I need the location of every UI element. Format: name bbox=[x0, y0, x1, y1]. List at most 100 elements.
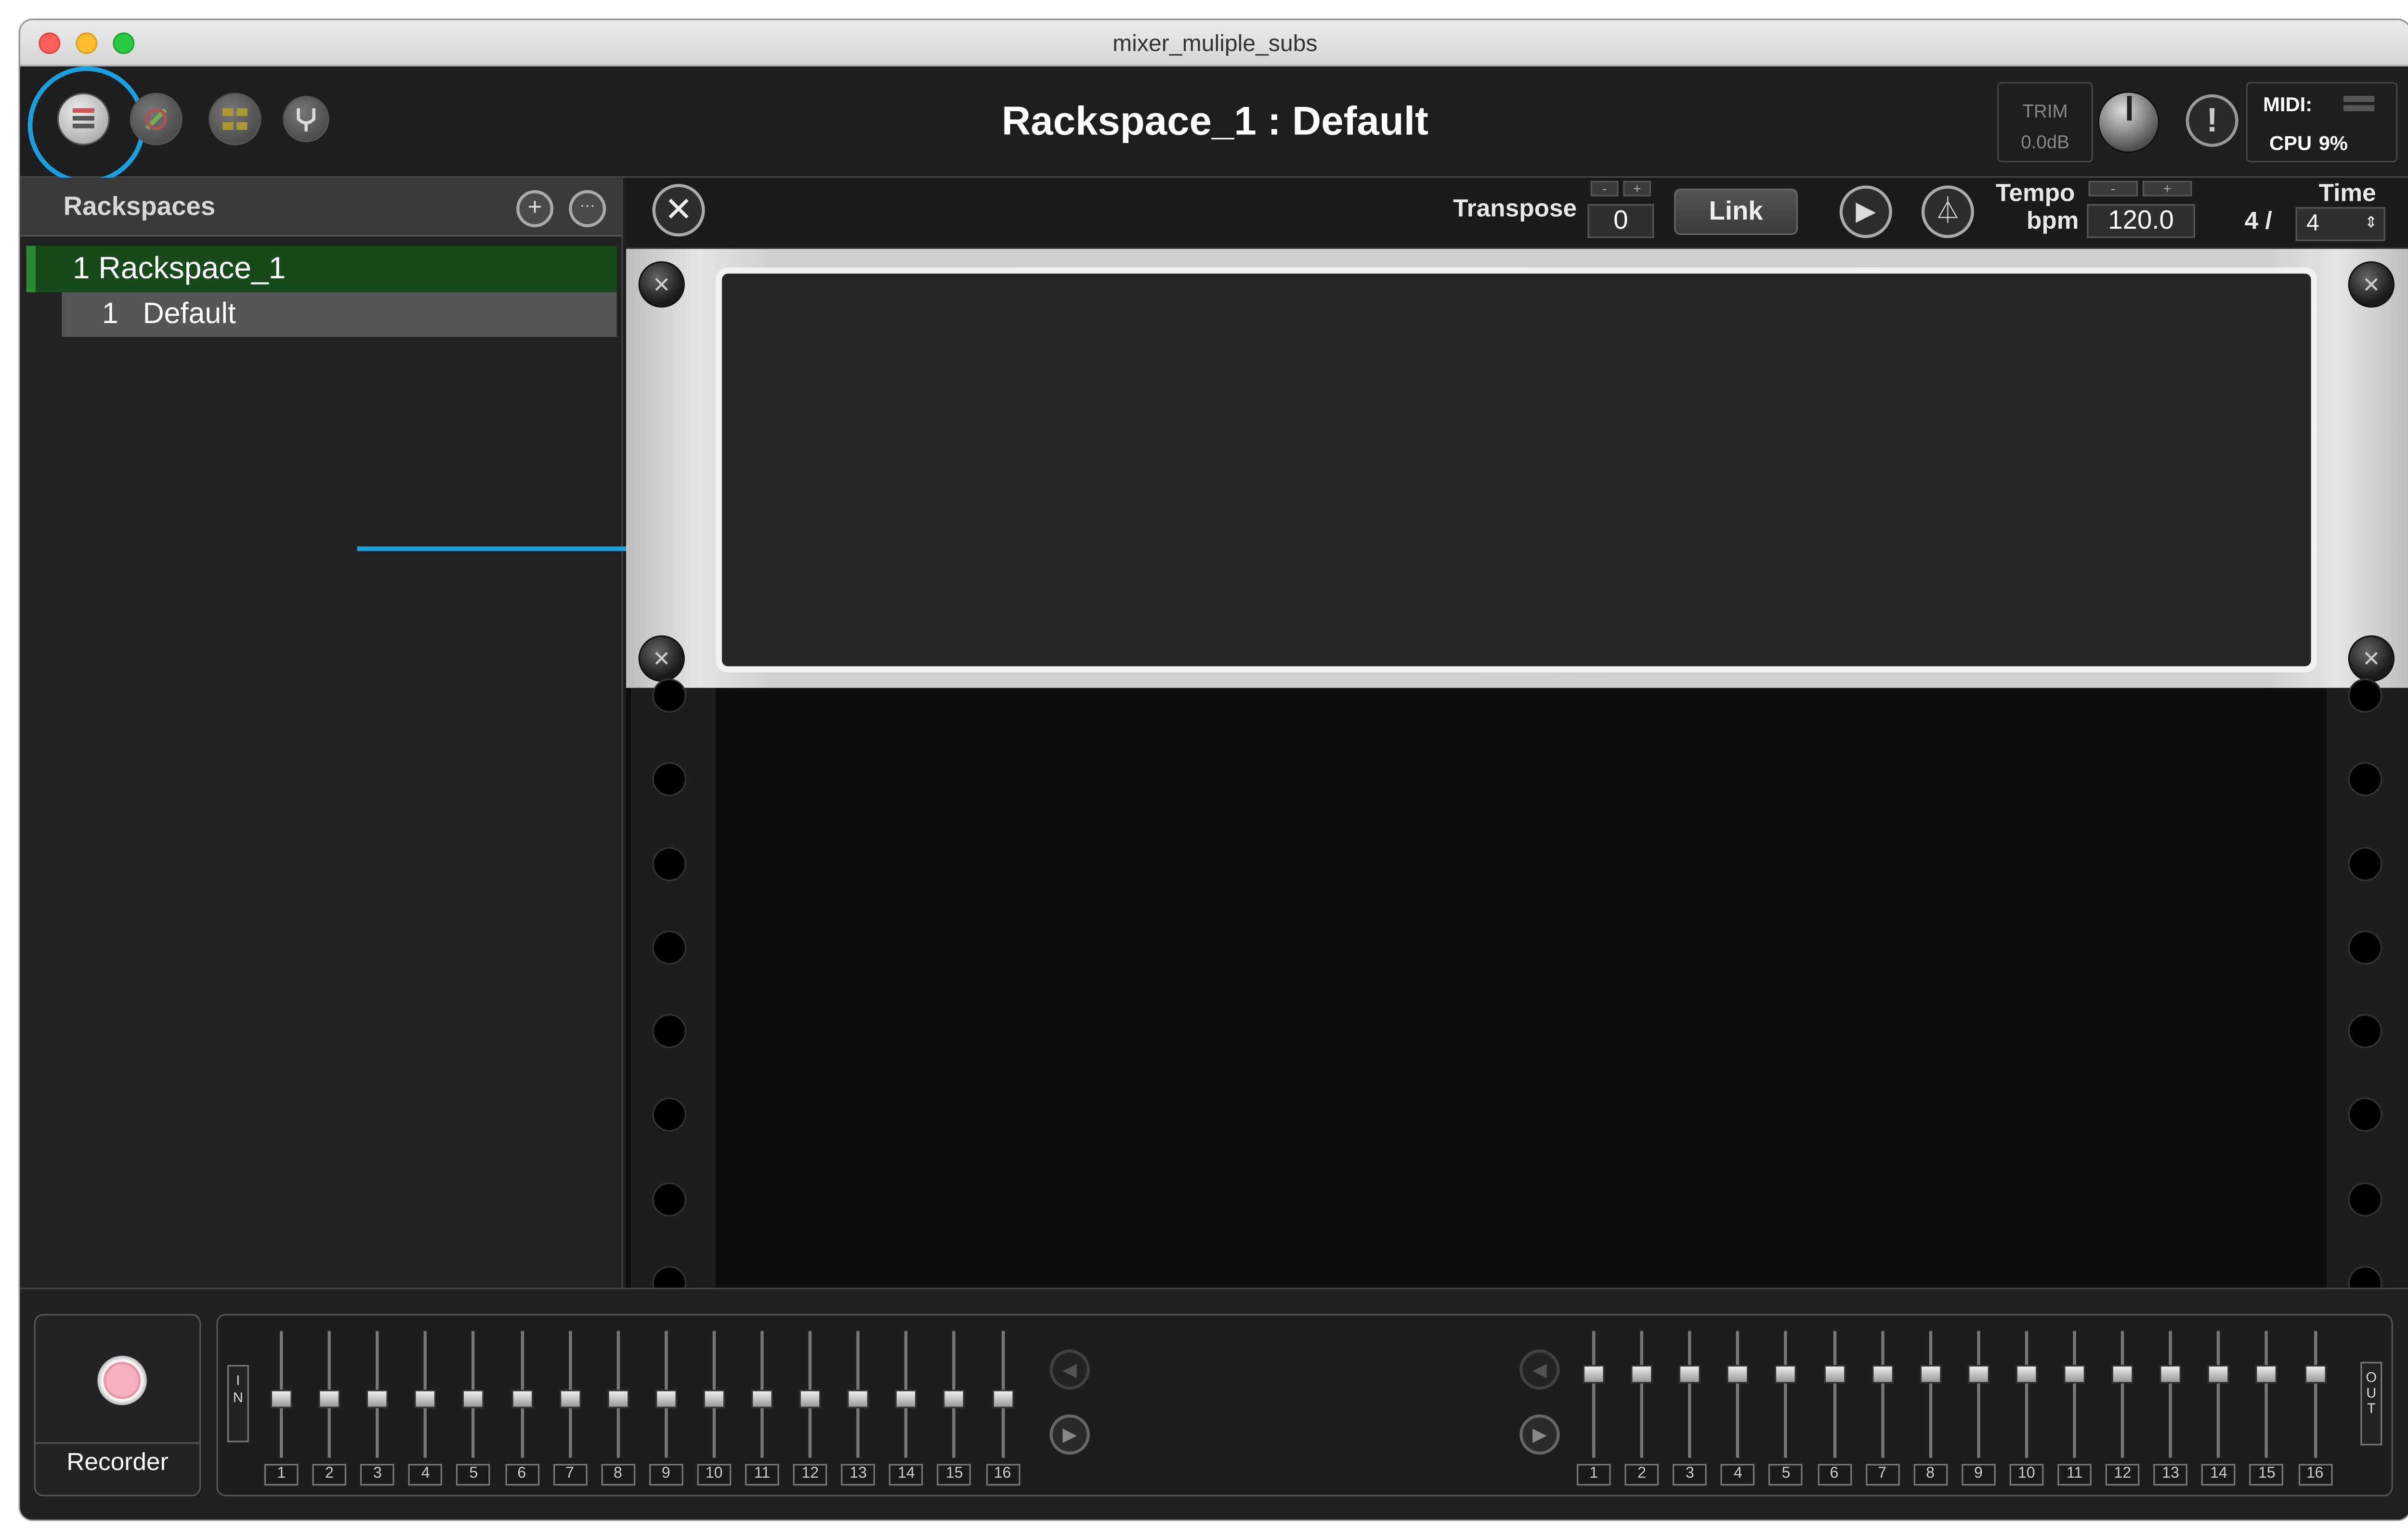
fader-handle[interactable] bbox=[1871, 1365, 1893, 1384]
channel-fader[interactable] bbox=[1915, 1331, 1946, 1458]
fader-handle[interactable] bbox=[415, 1390, 437, 1408]
channel-fader[interactable] bbox=[891, 1331, 922, 1458]
tempo-value[interactable]: 120.0 bbox=[2087, 204, 2195, 238]
metronome-icon[interactable]: ⏃ bbox=[1921, 185, 1974, 238]
more-options-button[interactable]: ··· bbox=[569, 190, 606, 227]
channel-fader[interactable] bbox=[1675, 1331, 1705, 1458]
channel-fader[interactable] bbox=[506, 1331, 537, 1458]
channel-fader[interactable] bbox=[362, 1331, 393, 1458]
channel-number: 11 bbox=[745, 1464, 779, 1486]
channel-fader[interactable] bbox=[1867, 1331, 1898, 1458]
fader-handle[interactable] bbox=[1919, 1365, 1941, 1384]
fader-handle[interactable] bbox=[2159, 1365, 2182, 1384]
transpose-plus[interactable]: + bbox=[1623, 181, 1651, 196]
variation-item[interactable]: 1 Default bbox=[62, 292, 617, 337]
fader-handle[interactable] bbox=[510, 1390, 533, 1408]
fader-track bbox=[2073, 1331, 2076, 1458]
fader-handle[interactable] bbox=[366, 1390, 389, 1408]
rack-panel-empty[interactable] bbox=[716, 267, 2317, 673]
fader-handle[interactable] bbox=[992, 1390, 1014, 1408]
channel-fader[interactable] bbox=[1578, 1331, 1609, 1458]
channel-fader[interactable] bbox=[2155, 1331, 2186, 1458]
fader-handle[interactable] bbox=[2208, 1365, 2230, 1384]
channel-fader[interactable] bbox=[2059, 1331, 2090, 1458]
fader-handle[interactable] bbox=[2015, 1365, 2038, 1384]
master-volume-knob[interactable] bbox=[2097, 91, 2160, 153]
input-mute-icon[interactable]: ◀ bbox=[1049, 1349, 1090, 1390]
fader-handle[interactable] bbox=[1727, 1365, 1749, 1384]
tempo-minus[interactable]: - bbox=[2088, 181, 2138, 196]
channel-fader[interactable] bbox=[843, 1331, 874, 1458]
fader-handle[interactable] bbox=[655, 1390, 677, 1408]
fader-handle[interactable] bbox=[751, 1390, 773, 1408]
fader-handle[interactable] bbox=[462, 1390, 484, 1408]
channel-number: 4 bbox=[408, 1464, 443, 1486]
fader-handle[interactable] bbox=[270, 1390, 292, 1408]
tempo-plus[interactable]: + bbox=[2142, 181, 2192, 196]
channel-fader[interactable] bbox=[1963, 1331, 1994, 1458]
channel-fader[interactable] bbox=[746, 1331, 777, 1458]
fader-handle[interactable] bbox=[2111, 1365, 2133, 1384]
channel-fader[interactable] bbox=[2251, 1331, 2282, 1458]
tempo-label: Tempo bbox=[1995, 181, 2075, 208]
channel-fader[interactable] bbox=[939, 1331, 970, 1458]
channel-fader[interactable] bbox=[458, 1331, 489, 1458]
fader-handle[interactable] bbox=[607, 1390, 629, 1408]
channel-fader[interactable] bbox=[554, 1331, 585, 1458]
channel-fader[interactable] bbox=[314, 1331, 345, 1458]
rack-rail-right bbox=[2326, 678, 2408, 1301]
channel-number: 3 bbox=[360, 1464, 395, 1486]
time-denominator-select[interactable]: 4 ⇕ bbox=[2295, 207, 2385, 241]
fader-handle[interactable] bbox=[2256, 1365, 2278, 1384]
transpose-minus[interactable]: - bbox=[1590, 181, 1619, 196]
tools-icon[interactable]: ✕ bbox=[652, 184, 705, 237]
channel-fader[interactable] bbox=[2300, 1331, 2330, 1458]
channel-fader[interactable] bbox=[1819, 1331, 1849, 1458]
midi-cpu-display: MIDI: CPU 9% bbox=[2246, 82, 2398, 163]
channel-fader[interactable] bbox=[795, 1331, 825, 1458]
channel-fader[interactable] bbox=[1723, 1331, 1754, 1458]
channel-fader[interactable] bbox=[602, 1331, 633, 1458]
input-play-icon[interactable]: ▶ bbox=[1049, 1414, 1090, 1455]
link-button[interactable]: Link bbox=[1674, 188, 1798, 235]
fader-handle[interactable] bbox=[1631, 1365, 1653, 1384]
fader-handle[interactable] bbox=[1823, 1365, 1845, 1384]
channel-fader[interactable] bbox=[698, 1331, 729, 1458]
play-icon[interactable]: ▶ bbox=[1839, 185, 1892, 238]
channel-fader[interactable] bbox=[410, 1331, 441, 1458]
channel-fader[interactable] bbox=[1626, 1331, 1657, 1458]
fader-handle[interactable] bbox=[1775, 1365, 1797, 1384]
fader-handle[interactable] bbox=[1583, 1365, 1605, 1384]
fader-handle[interactable] bbox=[1679, 1365, 1701, 1384]
channel-fader[interactable] bbox=[2107, 1331, 2138, 1458]
fader-handle[interactable] bbox=[847, 1390, 869, 1408]
warning-icon[interactable]: ! bbox=[2186, 94, 2238, 147]
channel-fader[interactable] bbox=[987, 1331, 1018, 1458]
fader-handle[interactable] bbox=[799, 1390, 821, 1408]
channel-number: 14 bbox=[889, 1464, 924, 1486]
channel-fader[interactable] bbox=[2011, 1331, 2042, 1458]
output-mute-icon[interactable]: ◀ bbox=[1519, 1349, 1560, 1390]
output-play-icon[interactable]: ▶ bbox=[1519, 1414, 1560, 1455]
rack-frame: ✕ ✕ ✕ ✕ bbox=[626, 248, 2408, 688]
rail-hole bbox=[2348, 1097, 2382, 1132]
channel-fader[interactable] bbox=[1770, 1331, 1801, 1458]
fader-handle[interactable] bbox=[943, 1390, 966, 1408]
record-button[interactable] bbox=[97, 1355, 147, 1405]
fader-handle[interactable] bbox=[2064, 1365, 2086, 1384]
rackspace-item[interactable]: 1 Rackspace_1 bbox=[26, 246, 617, 292]
fader-handle[interactable] bbox=[318, 1390, 340, 1408]
add-rackspace-button[interactable]: + bbox=[516, 190, 554, 227]
channel-number: 2 bbox=[1624, 1464, 1659, 1486]
fader-handle[interactable] bbox=[559, 1390, 581, 1408]
channel-fader[interactable] bbox=[2203, 1331, 2234, 1458]
fader-handle[interactable] bbox=[895, 1390, 917, 1408]
channel-fader[interactable] bbox=[651, 1331, 681, 1458]
fader-handle[interactable] bbox=[2304, 1365, 2326, 1384]
fader-handle[interactable] bbox=[703, 1390, 725, 1408]
channel-number: 5 bbox=[457, 1464, 491, 1486]
fader-handle[interactable] bbox=[1967, 1365, 1989, 1384]
channel-fader[interactable] bbox=[266, 1331, 297, 1458]
screw-icon: ✕ bbox=[2348, 261, 2395, 308]
transpose-value[interactable]: 0 bbox=[1587, 204, 1654, 238]
